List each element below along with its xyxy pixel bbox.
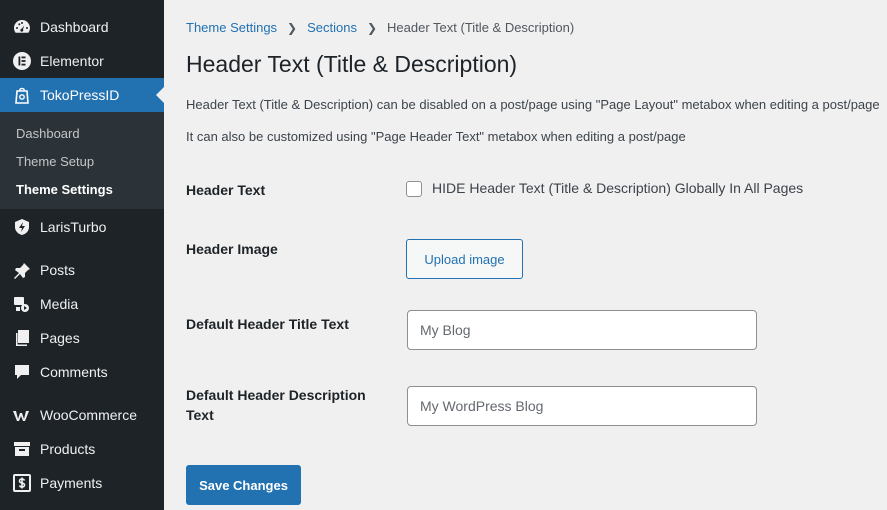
woocommerce-icon <box>11 405 33 425</box>
menu-label: Media <box>40 296 79 312</box>
menu-item-payments[interactable]: Payments <box>0 466 164 500</box>
default-header-title-input[interactable] <box>407 310 757 350</box>
save-changes-button[interactable]: Save Changes <box>186 465 301 505</box>
payments-icon <box>11 473 33 493</box>
chevron-right-icon: ❯ <box>366 20 378 35</box>
description-line-2: It can also be customized using "Page He… <box>186 129 686 144</box>
label-line-2: Text <box>186 407 214 423</box>
description-line-1: Header Text (Title & Description) can be… <box>186 97 880 112</box>
menu-item-tokopressid[interactable]: TokoPressID <box>0 78 164 112</box>
elementor-icon <box>11 51 33 71</box>
tokopress-submenu: Dashboard Theme Setup Theme Settings <box>0 112 164 209</box>
submenu-item-theme-settings[interactable]: Theme Settings <box>0 175 164 203</box>
menu-label: Payments <box>40 475 103 491</box>
breadcrumb: Theme Settings ❯ Sections ❯ Header Text … <box>186 20 574 35</box>
header-image-label: Header Image <box>186 241 278 257</box>
hide-header-text-label[interactable]: HIDE Header Text (Title & Description) G… <box>432 180 803 196</box>
tokopress-icon <box>11 85 33 105</box>
breadcrumb-link-sections[interactable]: Sections <box>307 20 357 35</box>
menu-item-comments[interactable]: Comments <box>0 355 164 389</box>
submenu-item-theme-setup[interactable]: Theme Setup <box>0 147 164 175</box>
default-header-description-input[interactable] <box>407 386 757 426</box>
menu-item-posts[interactable]: Posts <box>0 253 164 287</box>
menu-label: Dashboard <box>40 19 109 35</box>
menu-item-dashboard[interactable]: Dashboard <box>0 10 164 44</box>
menu-label: WooCommerce <box>40 407 137 423</box>
laristurbo-icon <box>11 217 33 237</box>
pushpin-icon <box>11 260 33 280</box>
media-icon <box>11 294 33 314</box>
default-header-description-label: Default Header Description Text <box>186 385 366 425</box>
menu-label: Comments <box>40 364 108 380</box>
breadcrumb-current: Header Text (Title & Description) <box>387 20 575 35</box>
chevron-right-icon: ❯ <box>287 20 298 35</box>
menu-item-products[interactable]: Products <box>0 432 164 466</box>
label-line-1: Default Header Description <box>186 387 366 403</box>
upload-image-button[interactable]: Upload image <box>406 239 523 279</box>
submenu-item-dashboard[interactable]: Dashboard <box>0 119 164 147</box>
menu-item-pages[interactable]: Pages <box>0 321 164 355</box>
menu-label: LarisTurbo <box>40 219 107 235</box>
main-content: Theme Settings ❯ Sections ❯ Header Text … <box>164 0 887 510</box>
menu-label: Products <box>40 441 96 457</box>
menu-label: Posts <box>40 262 76 278</box>
menu-item-elementor[interactable]: Elementor <box>0 44 164 78</box>
default-header-title-label: Default Header Title Text <box>186 316 349 332</box>
dashboard-icon <box>11 17 33 37</box>
hide-header-text-checkbox[interactable] <box>406 181 422 197</box>
pages-icon <box>11 328 33 348</box>
breadcrumb-link-theme-settings[interactable]: Theme Settings <box>186 20 277 35</box>
menu-label: Pages <box>40 330 80 346</box>
menu-label: TokoPressID <box>40 87 120 103</box>
archive-icon <box>11 439 33 459</box>
comment-icon <box>11 362 33 382</box>
menu-label: Elementor <box>40 53 104 69</box>
menu-item-laristurbo[interactable]: LarisTurbo <box>0 210 164 244</box>
menu-item-media[interactable]: Media <box>0 287 164 321</box>
admin-sidebar: Dashboard Elementor TokoPressID Dashboar… <box>0 0 164 510</box>
header-text-label: Header Text <box>186 182 266 198</box>
menu-item-woocommerce[interactable]: WooCommerce <box>0 398 164 432</box>
page-title: Header Text (Title & Description) <box>186 51 518 77</box>
